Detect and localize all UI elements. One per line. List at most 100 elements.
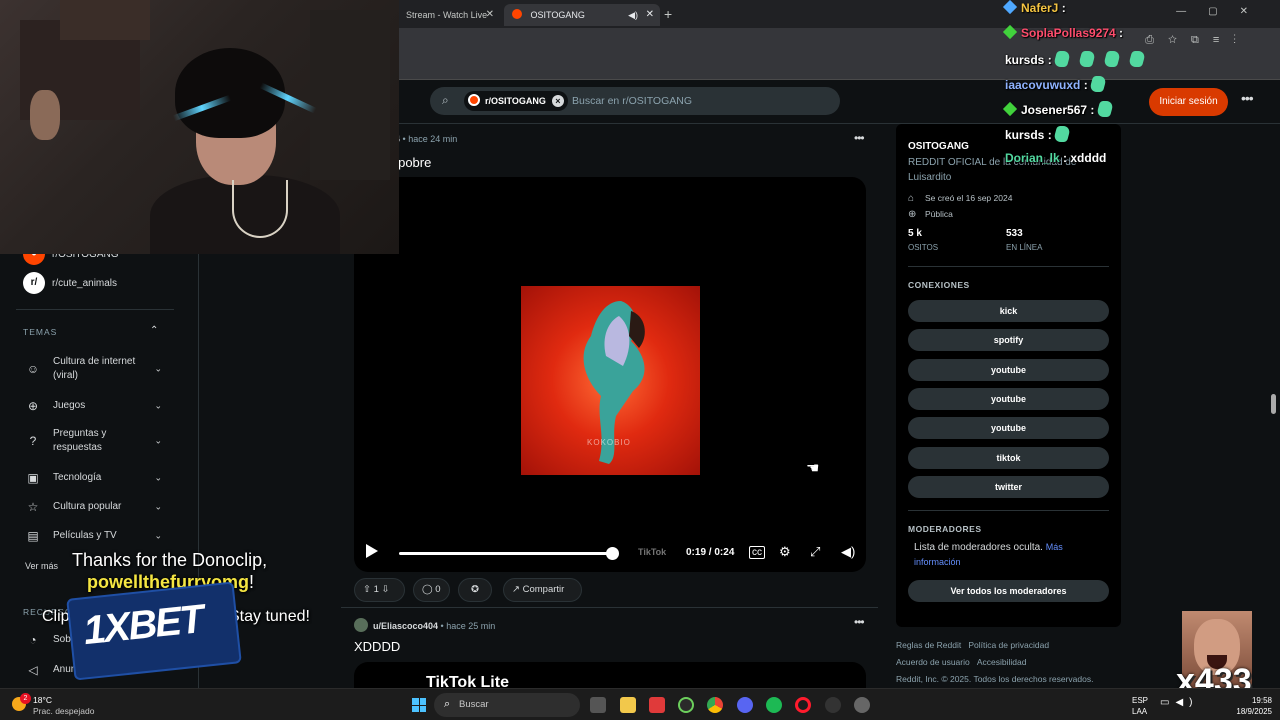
post-title[interactable]: XDDDD (354, 639, 400, 654)
play-icon[interactable] (366, 544, 378, 558)
topic-pop-culture[interactable]: ☆ Cultura popular ⌄ (24, 497, 164, 517)
spotify-icon[interactable] (766, 697, 782, 713)
moderators-heading: MODERADORES (908, 524, 982, 534)
topic-technology[interactable]: ▣ Tecnología ⌄ (24, 468, 164, 488)
windows-start-icon[interactable] (412, 698, 426, 712)
connection-kick[interactable]: kick (908, 300, 1109, 322)
speaker-icon[interactable]: ◀) (628, 4, 638, 26)
footer-link-agreement[interactable]: Acuerdo de usuario (896, 657, 970, 667)
close-tab-icon[interactable]: ✕ (486, 4, 494, 26)
chevron-down-icon: ⌄ (154, 501, 162, 512)
task-view-icon[interactable] (590, 697, 606, 713)
post-author[interactable]: u/Eliascoco404 (373, 621, 438, 631)
search-icon: ⌕ (444, 698, 451, 710)
online-count: 533 (1006, 228, 1023, 239)
toolbar-icons[interactable]: ⎙☆⧉≡⋮ (1145, 34, 1250, 47)
online-label: EN LÍNEA (1006, 243, 1043, 252)
footer-copyright: Reddit, Inc. © 2025. Todos los derechos … (896, 674, 1094, 684)
post-meta: u/Eliascoco404 • hace 25 min (354, 618, 495, 632)
connection-spotify[interactable]: spotify (908, 329, 1109, 351)
connection-twitter[interactable]: twitter (908, 476, 1109, 498)
connection-youtube[interactable]: youtube (908, 388, 1109, 410)
more-options-icon[interactable]: ••• (1241, 90, 1254, 106)
post-options-icon[interactable]: ••• (854, 615, 865, 629)
collapse-topics-icon[interactable]: ⌃ (150, 325, 158, 336)
footer-row-1: Reglas de Reddit Política de privacidad (896, 640, 1049, 650)
topic-internet-culture[interactable]: ☺ Cultura de internet (viral) ⌄ (24, 354, 164, 384)
footer-link-rules[interactable]: Reglas de Reddit (896, 640, 961, 650)
subreddit-avatar-icon (468, 94, 480, 106)
vote-control[interactable]: ⇧ 1 ⇩ (354, 578, 405, 602)
clock-date: 18/9/2025 (1236, 707, 1272, 716)
file-explorer-icon[interactable] (620, 697, 636, 713)
donoclip-line3b: Stay tuned! (229, 608, 310, 625)
person-hair (175, 48, 285, 138)
tab-stream-label: Stream - Watch Live (406, 10, 488, 20)
discord-icon[interactable] (737, 697, 753, 713)
subreddit-chip[interactable]: r/OSITOGANG × (464, 91, 568, 111)
volume-icon[interactable]: ◀) (841, 544, 855, 560)
see-more-link[interactable]: Ver más (25, 561, 58, 571)
badge-icon (1002, 0, 1018, 15)
created-date: ⌂ Se creó el 16 sep 2024 (908, 193, 1012, 204)
captions-icon[interactable]: cc (749, 546, 765, 559)
video-frame: KOKOBIO (521, 286, 700, 475)
share-button[interactable]: ↗ Compartir (503, 578, 582, 602)
vote-count: 1 (373, 584, 379, 595)
stream-chat: NaferJ : SoplaPollas9274 : kursds : iaac… (1002, 0, 1160, 172)
fullscreen-icon[interactable]: ⤢ (810, 544, 820, 560)
award-button[interactable]: ✪ (458, 578, 492, 602)
topics-heading: TEMAS (23, 327, 58, 337)
search-icon: ⌕ (442, 93, 449, 107)
cake-icon: ⌂ (908, 193, 915, 204)
connection-tiktok[interactable]: tiktok (908, 447, 1109, 469)
app-icon[interactable] (825, 697, 841, 713)
opera-icon[interactable] (795, 697, 811, 713)
clear-chip-icon[interactable]: × (551, 95, 564, 107)
screen: Stream - Watch Live ✕ OSITOGANG ◀) ✕ + —… (0, 0, 1280, 720)
lang-code: ESP (1132, 696, 1149, 705)
scrollbar[interactable] (1271, 394, 1276, 414)
taskbar-search[interactable]: ⌕ Buscar (434, 693, 580, 717)
settings-gear-icon[interactable]: ⚙ (779, 544, 791, 560)
tab-ositogang[interactable]: OSITOGANG ◀) ✕ (504, 4, 660, 26)
connection-youtube[interactable]: youtube (908, 359, 1109, 381)
app-icon[interactable] (649, 697, 665, 713)
members-label: OSITOS (908, 243, 939, 252)
new-tab-icon[interactable]: + (664, 4, 672, 24)
tab-stream[interactable]: Stream - Watch Live ✕ (398, 4, 500, 26)
window-controls[interactable]: —▢✕ (1176, 6, 1270, 17)
comments-button[interactable]: ◯ 0 (413, 578, 450, 602)
connection-youtube[interactable]: youtube (908, 417, 1109, 439)
language-indicator[interactable]: ESP LAA (1132, 695, 1148, 717)
clock[interactable]: 19:58 18/9/2025 (1228, 695, 1272, 717)
footer-link-privacy[interactable]: Política de privacidad (968, 640, 1049, 650)
close-tab-icon[interactable]: ✕ (646, 4, 654, 26)
chrome-icon[interactable] (707, 697, 723, 713)
search-input[interactable]: ⌕ r/OSITOGANG × Buscar en r/OSITOGANG (430, 87, 840, 115)
tray-icons[interactable]: ▭◀) (1160, 697, 1198, 708)
video-player[interactable]: KOKOBIO TikTok 0:19 / 0:24 cc ⚙ ⤢ ◀) (354, 177, 866, 572)
topic-games[interactable]: ⊕ Juegos ⌄ (24, 396, 164, 416)
chat-message: kursds : (1005, 51, 1155, 67)
notification-badge: 2 (20, 693, 31, 704)
smiley-icon: ☺ (26, 362, 40, 376)
topic-movies-tv[interactable]: ▤ Películas y TV ⌄ (24, 526, 164, 546)
topic-qa[interactable]: ? Preguntas y respuestas ⌄ (24, 426, 164, 456)
login-button[interactable]: Iniciar sesión (1149, 88, 1228, 116)
progress-thumb[interactable] (606, 547, 619, 560)
xbox-icon[interactable] (678, 697, 694, 713)
community-sidebar: OSITOGANG REDDIT OFICIAL de la comunidad… (896, 124, 1121, 627)
post-options-icon[interactable]: ••• (854, 131, 865, 145)
progress-track[interactable] (399, 552, 612, 555)
sidebar-community-cute-animals[interactable]: r/r/cute_animals (23, 272, 117, 296)
footer-link-accessibility[interactable]: Accesibilidad (977, 657, 1027, 667)
chat-message: Josener567 : (1002, 101, 1123, 117)
chat-user: NaferJ (1021, 1, 1059, 15)
chat-message: Dorian_lk : xdddd (1005, 151, 1107, 165)
view-all-moderators-button[interactable]: Ver todos los moderadores (908, 580, 1109, 602)
emote-icon (1095, 101, 1114, 117)
chat-user: SoplaPollas9274 (1021, 26, 1116, 40)
chip-icon: ▣ (27, 471, 39, 485)
app-icon[interactable] (854, 697, 870, 713)
